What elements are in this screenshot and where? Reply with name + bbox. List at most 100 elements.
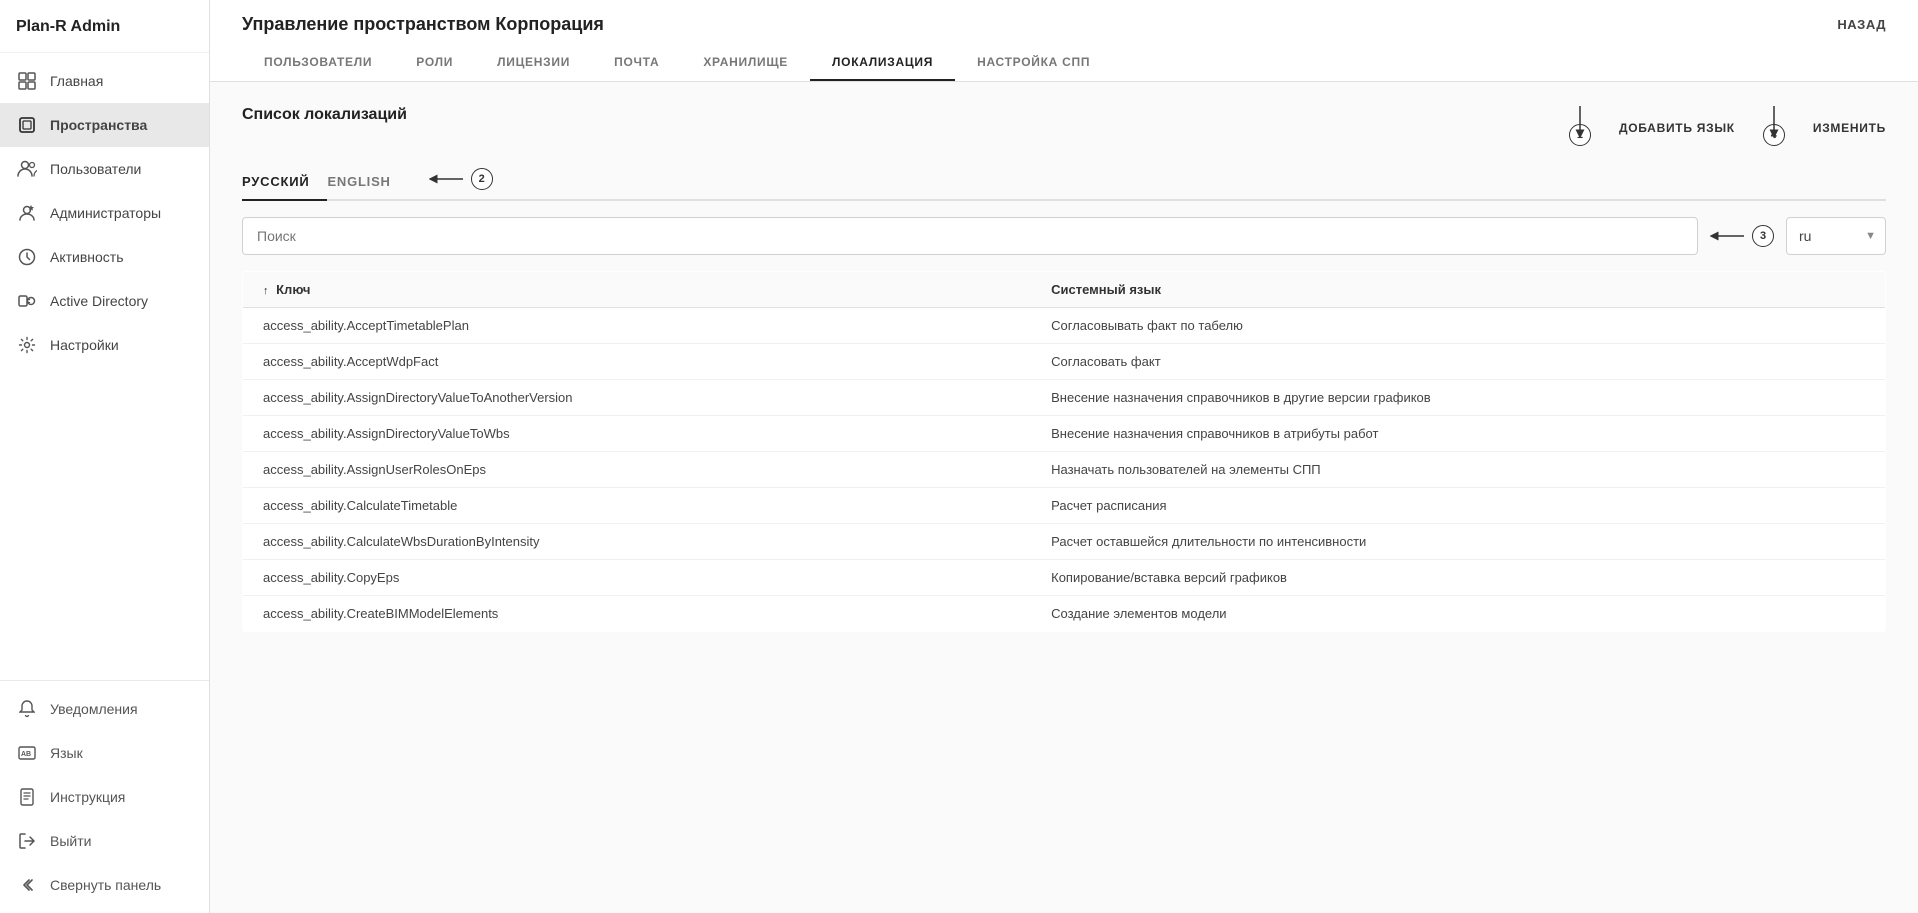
- cell-key: access_ability.CopyEps: [243, 560, 1032, 596]
- page-title: Управление пространством Корпорация: [242, 14, 604, 35]
- lang-tabs: РУССКИЙ ENGLISH 2: [242, 166, 1886, 201]
- sidebar-item-label: Свернуть панель: [50, 877, 161, 893]
- users-icon: [16, 158, 38, 180]
- sidebar-bottom: Уведомления AB Язык Инструкция: [0, 680, 209, 913]
- tabs: ПОЛЬЗОВАТЕЛИ РОЛИ ЛИЦЕНЗИИ ПОЧТА ХРАНИЛИ…: [242, 45, 1886, 81]
- tab-licenses[interactable]: ЛИЦЕНЗИИ: [475, 45, 592, 81]
- sidebar-item-instruction[interactable]: Инструкция: [0, 775, 209, 819]
- col-key[interactable]: ↑ Ключ: [243, 272, 1032, 308]
- sidebar-item-admins[interactable]: Администраторы: [0, 191, 209, 235]
- sidebar-item-label: Главная: [50, 73, 103, 89]
- sidebar-item-activity[interactable]: Активность: [0, 235, 209, 279]
- cell-value: Копирование/вставка версий графиков: [1031, 560, 1885, 596]
- cell-value: Согласовывать факт по табелю: [1031, 308, 1885, 344]
- main-content: Управление пространством Корпорация НАЗА…: [210, 0, 1918, 913]
- cell-key: access_ability.CalculateWbsDurationByInt…: [243, 524, 1032, 560]
- tab-users[interactable]: ПОЛЬЗОВАТЕЛИ: [242, 45, 394, 81]
- table-row: access_ability.AssignUserRolesOnEps Назн…: [243, 452, 1886, 488]
- cell-value: Внесение назначения справочников в други…: [1031, 380, 1885, 416]
- cell-value: Согласовать факт: [1031, 344, 1885, 380]
- cell-key: access_ability.AssignDirectoryValueToAno…: [243, 380, 1032, 416]
- sidebar-nav: Главная Пространства Пользователи: [0, 53, 209, 680]
- table-row: access_ability.AssignDirectoryValueToWbs…: [243, 416, 1886, 452]
- lang-icon: AB: [16, 742, 38, 764]
- sidebar-item-label: Active Directory: [50, 293, 148, 309]
- sidebar-item-language[interactable]: AB Язык: [0, 731, 209, 775]
- bell-icon: [16, 698, 38, 720]
- table-row: access_ability.AssignDirectoryValueToAno…: [243, 380, 1886, 416]
- sidebar-item-home[interactable]: Главная: [0, 59, 209, 103]
- table-row: access_ability.CalculateTimetable Расчет…: [243, 488, 1886, 524]
- cell-key: access_ability.AcceptWdpFact: [243, 344, 1032, 380]
- sidebar-item-logout[interactable]: Выйти: [0, 819, 209, 863]
- tab-mail[interactable]: ПОЧТА: [592, 45, 681, 81]
- cell-key: access_ability.AssignDirectoryValueToWbs: [243, 416, 1032, 452]
- sidebar-item-label: Инструкция: [50, 789, 125, 805]
- tab-storage[interactable]: ХРАНИЛИЩЕ: [681, 45, 810, 81]
- app-title: Plan-R Admin: [0, 0, 209, 53]
- clock-icon: [16, 246, 38, 268]
- sort-icon: ↑: [263, 285, 269, 297]
- sidebar-item-label: Язык: [50, 745, 83, 761]
- cube-icon: [16, 114, 38, 136]
- chevron-left-icon: [16, 874, 38, 896]
- search-input[interactable]: [242, 217, 1698, 255]
- table-row: access_ability.CalculateWbsDurationByInt…: [243, 524, 1886, 560]
- sidebar-item-label: Администраторы: [50, 205, 161, 221]
- sidebar-item-notifications[interactable]: Уведомления: [0, 687, 209, 731]
- sidebar-item-label: Пространства: [50, 117, 147, 133]
- tab-localization[interactable]: ЛОКАЛИЗАЦИЯ: [810, 45, 955, 81]
- cell-key: access_ability.AssignUserRolesOnEps: [243, 452, 1032, 488]
- back-button[interactable]: НАЗАД: [1837, 17, 1886, 32]
- ad-icon: [16, 290, 38, 312]
- book-icon: [16, 786, 38, 808]
- sidebar-item-spaces[interactable]: Пространства: [0, 103, 209, 147]
- cell-value: Назначать пользователей на элементы СПП: [1031, 452, 1885, 488]
- cell-value: Внесение назначения справочников в атриб…: [1031, 416, 1885, 452]
- cell-value: Расчет расписания: [1031, 488, 1885, 524]
- tab-spp[interactable]: НАСТРОЙКА СПП: [955, 45, 1112, 81]
- col-system-lang: Системный язык: [1031, 272, 1885, 308]
- table-row: access_ability.CreateBIMModelElements Со…: [243, 596, 1886, 632]
- sidebar-item-collapse[interactable]: Свернуть панель: [0, 863, 209, 907]
- content-title: Список локализаций: [242, 106, 407, 124]
- sidebar-item-settings[interactable]: Настройки: [0, 323, 209, 367]
- admin-icon: [16, 202, 38, 224]
- table-row: access_ability.AcceptTimetablePlan Согла…: [243, 308, 1886, 344]
- cell-value: Расчет оставшейся длительности по интенс…: [1031, 524, 1885, 560]
- content-header: Список локализаций 1: [242, 106, 1886, 150]
- sidebar-item-label: Активность: [50, 249, 124, 265]
- table-row: access_ability.CopyEps Копирование/встав…: [243, 560, 1886, 596]
- sidebar-item-label: Настройки: [50, 337, 119, 353]
- annotation-2: 2: [471, 168, 493, 190]
- localization-table: ↑ Ключ Системный язык access_ability.Acc…: [242, 271, 1886, 632]
- cell-key: access_ability.AcceptTimetablePlan: [243, 308, 1032, 344]
- sidebar: Plan-R Admin Главная Пространства: [0, 0, 210, 913]
- sidebar-item-label: Выйти: [50, 833, 91, 849]
- lang-select[interactable]: ru en: [1786, 217, 1886, 255]
- grid-icon: [16, 70, 38, 92]
- cell-key: access_ability.CreateBIMModelElements: [243, 596, 1032, 632]
- sidebar-item-label: Уведомления: [50, 701, 138, 717]
- edit-button[interactable]: ИЗМЕНИТЬ: [1813, 121, 1886, 135]
- sidebar-item-users[interactable]: Пользователи: [0, 147, 209, 191]
- cell-value: Создание элементов модели: [1031, 596, 1885, 632]
- annotation-3: 3: [1752, 225, 1774, 247]
- content-actions: 1 ДОБАВИТЬ ЯЗЫК: [1569, 106, 1886, 150]
- content-area: Список локализаций 1: [210, 82, 1918, 913]
- main-header: Управление пространством Корпорация НАЗА…: [210, 0, 1918, 82]
- tab-roles[interactable]: РОЛИ: [394, 45, 475, 81]
- search-row: 3 ru en ▼: [242, 217, 1886, 255]
- lang-tab-ru[interactable]: РУССКИЙ: [242, 166, 327, 201]
- logout-icon: [16, 830, 38, 852]
- table-row: access_ability.AcceptWdpFact Согласовать…: [243, 344, 1886, 380]
- cell-key: access_ability.CalculateTimetable: [243, 488, 1032, 524]
- sidebar-item-label: Пользователи: [50, 161, 141, 177]
- header-top: Управление пространством Корпорация НАЗА…: [242, 14, 1886, 35]
- svg-text:AB: AB: [21, 751, 31, 758]
- gear-icon: [16, 334, 38, 356]
- lang-tab-en[interactable]: ENGLISH: [327, 166, 408, 201]
- add-lang-button[interactable]: ДОБАВИТЬ ЯЗЫК: [1619, 121, 1735, 135]
- lang-select-wrapper: ru en ▼: [1786, 217, 1886, 255]
- sidebar-item-active-directory[interactable]: Active Directory: [0, 279, 209, 323]
